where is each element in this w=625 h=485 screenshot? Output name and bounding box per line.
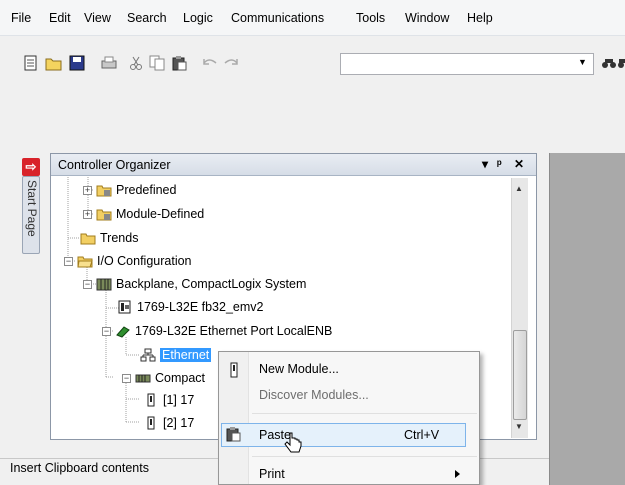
controller-icon bbox=[117, 300, 133, 314]
bus-icon bbox=[135, 371, 151, 385]
tree-item-slot2[interactable]: [2] 17 bbox=[143, 414, 194, 432]
folder-icon bbox=[96, 183, 112, 197]
tree-item-label: [1] 17 bbox=[163, 393, 195, 407]
module-icon bbox=[143, 393, 159, 407]
tree-item-compact[interactable]: − Compact bbox=[122, 369, 205, 387]
menu-edit[interactable]: Edit bbox=[49, 11, 71, 25]
tree-item-trends[interactable]: Trends bbox=[80, 229, 138, 247]
close-icon[interactable]: ✕ bbox=[514, 157, 524, 171]
module-icon bbox=[143, 416, 159, 430]
scrollbar-thumb[interactable] bbox=[513, 330, 527, 420]
save-icon[interactable] bbox=[68, 54, 86, 72]
folder-icon bbox=[80, 231, 96, 245]
tree-item-ethernet-port[interactable]: − 1769-L32E Ethernet Port LocalENB bbox=[102, 322, 332, 340]
context-menu bbox=[218, 351, 480, 485]
tree-item-controller[interactable]: 1769-L32E fb32_emv2 bbox=[117, 298, 263, 316]
menu-file[interactable]: File bbox=[11, 11, 31, 25]
chevron-down-icon[interactable]: ▼ bbox=[578, 57, 587, 67]
menu-search[interactable]: Search bbox=[127, 11, 167, 25]
cursor-icon bbox=[282, 431, 304, 458]
tree-item-slot1[interactable]: [1] 17 bbox=[143, 391, 194, 409]
tree-item-label: 1769-L32E Ethernet Port LocalENB bbox=[135, 324, 333, 338]
toolbar-empty-area bbox=[0, 78, 625, 153]
menu-item-new-module[interactable]: New Module... bbox=[259, 362, 339, 376]
paste-icon[interactable] bbox=[170, 54, 188, 72]
workspace-area bbox=[549, 153, 625, 485]
undo-icon[interactable] bbox=[201, 54, 219, 72]
dropdown-icon[interactable]: ▾ bbox=[482, 157, 488, 171]
expand-icon[interactable]: + bbox=[83, 185, 92, 195]
tree-item-label-selected: Ethernet bbox=[160, 348, 212, 362]
tree-item-label: Compact bbox=[155, 371, 206, 385]
backplane-icon bbox=[96, 277, 112, 291]
open-folder-icon bbox=[77, 254, 93, 268]
menu-tools[interactable]: Tools bbox=[356, 11, 385, 25]
menu-communications[interactable]: Communications bbox=[231, 11, 324, 25]
menu-item-paste-shortcut: Ctrl+V bbox=[404, 428, 440, 442]
new-module-icon bbox=[227, 362, 241, 381]
status-text: Insert Clipboard contents bbox=[10, 461, 149, 475]
tree-item-label: [2] 17 bbox=[163, 416, 195, 430]
tree-item-label: Predefined bbox=[116, 183, 177, 197]
tree-item-label: 1769-L32E fb32_emv2 bbox=[137, 300, 264, 314]
submenu-arrow-icon bbox=[455, 470, 460, 478]
menu-separator bbox=[252, 413, 477, 414]
print-icon[interactable] bbox=[100, 54, 118, 72]
menu-logic[interactable]: Logic bbox=[183, 11, 213, 25]
open-icon[interactable] bbox=[45, 54, 63, 72]
tree-item-io-configuration[interactable]: − I/O Configuration bbox=[64, 252, 192, 270]
start-page-red-icon[interactable]: ⇨ bbox=[22, 158, 40, 176]
tree-item-module-defined[interactable]: + Module-Defined bbox=[83, 205, 204, 223]
menu-view[interactable]: View bbox=[84, 11, 111, 25]
collapse-icon[interactable]: − bbox=[102, 326, 111, 336]
toolbar-combo[interactable] bbox=[340, 53, 594, 75]
pin-icon[interactable]: ᵖ bbox=[497, 157, 502, 171]
organizer-title: Controller Organizer bbox=[58, 158, 171, 172]
tree-item-label: I/O Configuration bbox=[97, 254, 192, 268]
copy-icon[interactable] bbox=[148, 54, 166, 72]
scroll-up-icon[interactable]: ▲ bbox=[515, 184, 523, 193]
expand-icon[interactable]: + bbox=[83, 209, 92, 219]
cut-icon[interactable] bbox=[127, 54, 145, 72]
network-icon bbox=[140, 348, 156, 362]
tree-item-label: Backplane, CompactLogix System bbox=[116, 277, 307, 291]
tree-item-label: Trends bbox=[100, 231, 139, 245]
paste-icon bbox=[225, 426, 241, 445]
tree-item-ethernet[interactable]: Ethernet bbox=[140, 346, 212, 364]
redo-icon[interactable] bbox=[222, 54, 240, 72]
menu-window[interactable]: Window bbox=[405, 11, 449, 25]
menu-bar: File Edit View Search Logic Communicatio… bbox=[0, 0, 625, 36]
ethernet-port-icon bbox=[115, 324, 131, 338]
collapse-icon[interactable]: − bbox=[64, 256, 73, 266]
menu-item-discover-modules[interactable]: Discover Modules... bbox=[259, 388, 369, 402]
menu-help[interactable]: Help bbox=[467, 11, 493, 25]
new-icon[interactable] bbox=[22, 54, 40, 72]
collapse-icon[interactable]: − bbox=[122, 373, 131, 383]
tree-item-backplane[interactable]: − Backplane, CompactLogix System bbox=[83, 275, 306, 293]
folder-icon bbox=[96, 207, 112, 221]
menu-item-print[interactable]: Print bbox=[259, 467, 285, 481]
tree-item-predefined[interactable]: + Predefined bbox=[83, 181, 176, 199]
scroll-down-icon[interactable]: ▼ bbox=[515, 422, 523, 431]
collapse-icon[interactable]: − bbox=[83, 279, 92, 289]
find-next-icon[interactable] bbox=[614, 54, 625, 72]
tree-item-label: Module-Defined bbox=[116, 207, 205, 221]
start-page-label[interactable]: Start Page bbox=[23, 180, 39, 254]
